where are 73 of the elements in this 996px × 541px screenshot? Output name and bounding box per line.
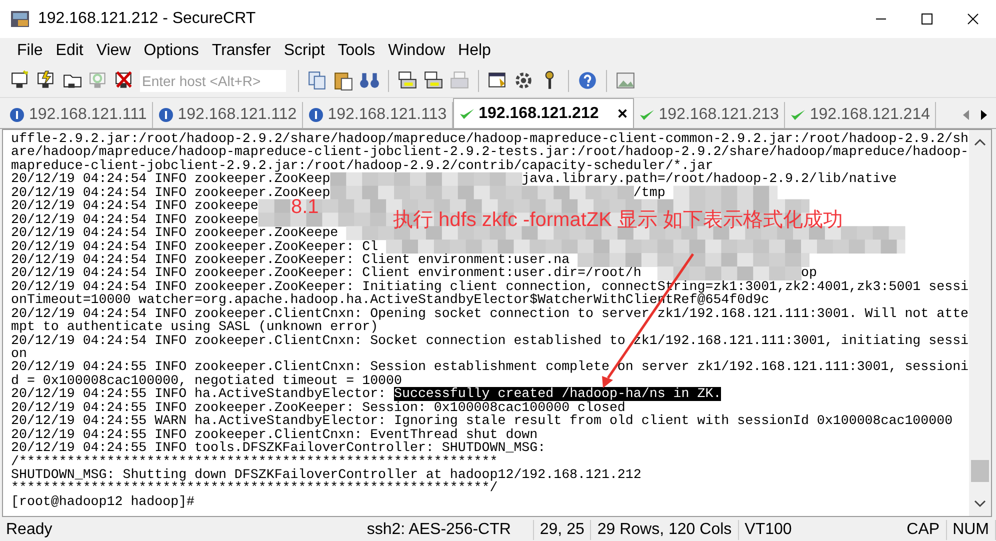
terminal-line: 20/12/19 04:24:55 WARN ha.ActiveStandbyElector: Ignoring stale result from old client with sessionId 0x100008cac100000 xyxy=(11,414,953,428)
printer-icon[interactable] xyxy=(397,70,418,91)
close-icon[interactable] xyxy=(616,108,628,119)
check-icon xyxy=(638,107,655,123)
info-icon xyxy=(308,107,324,123)
menu-item[interactable]: Window xyxy=(379,42,450,60)
terminal-line: ************************************************************/ xyxy=(11,481,498,495)
terminal-line: 20/12/19 04:24:54 INFO zookeepe xyxy=(11,199,258,213)
terminal-line: are/hadoop/mapreduce/hadoop-mapreduce-client-jobclient-2.9.2-tests.jar:/root/hadoop-2.9.2/share/hadoop/mapreduce/hadoop- xyxy=(11,145,969,159)
menu-item[interactable]: File xyxy=(8,42,47,60)
terminal-line: [root@hadoop12 hadoop]# xyxy=(11,494,195,508)
menu-item[interactable]: Script xyxy=(274,42,329,60)
host-field[interactable]: Enter host <Alt+R> xyxy=(140,70,286,92)
terminal-line: 20/12/19 04:24:54 INFO zookeeper.ZooKeeper: Client environment:user.dir=/root/h xyxy=(11,266,642,280)
status-text: ssh2: AES-256-CTR xyxy=(360,520,534,540)
scroll-right-icon[interactable] xyxy=(980,109,988,121)
terminal-line: 20/12/19 04:24:54 INFO zookeeper.ClientCnxn: Socket connection established to zk1/192.168.121.111:3001, initiating sessi xyxy=(11,334,969,347)
annotation-text: 执行 hdfs zkfc -formatZK 显示 如下表示格式化成功 xyxy=(393,208,844,233)
settings-icon[interactable] xyxy=(513,70,534,91)
scroll-up-icon[interactable] xyxy=(974,138,986,146)
selected-text: Successfully created /hadoop-ha/ns in ZK. xyxy=(394,387,722,401)
status-text: Ready xyxy=(5,520,54,540)
terminal-line: 20/12/19 04:24:54 INFO zookeeper.ZooKeepe xyxy=(11,226,338,240)
terminal-line: 20/12/19 04:24:54 INFO zookeepe xyxy=(11,212,258,226)
terminal-line: 20/12/19 04:24:54 INFO zookeeper.ClientCnxn: Opening socket connection to server zk1/192.168.121.111:3001. Will not atte xyxy=(11,306,969,320)
menu-item[interactable]: Help xyxy=(449,42,495,60)
terminal-line: mapreduce-client-jobclient-2.9.2.jar:/root/hadoop-2.9.2/contrib/capacity-scheduler/*.jar xyxy=(11,158,714,172)
terminal-line: java.library.path=/root/hadoop-2.9.2/lib/native xyxy=(522,172,897,186)
image-icon[interactable] xyxy=(615,70,636,91)
terminal-line: 20/12/19 04:24:54 INFO zookeeper.ZooKeep xyxy=(11,172,330,186)
terminal-line: d = 0x100008cac100000, negotiated timeout = 10000 xyxy=(11,374,402,388)
maximize-icon[interactable] xyxy=(921,13,933,25)
terminal-line: /tmp xyxy=(633,186,666,200)
copy-icon[interactable] xyxy=(307,70,328,91)
terminal-line: /************************************************************ xyxy=(11,454,498,468)
status-text: NUM xyxy=(946,520,996,540)
info-icon xyxy=(158,107,174,123)
check-icon xyxy=(790,107,806,123)
terminal-line: 20/12/19 04:24:55 INFO zookeeper.ZooKeeper: Session: 0x100008cac100000 closed xyxy=(11,400,626,414)
app-icon xyxy=(10,10,30,28)
menu-item[interactable]: Tools xyxy=(328,42,380,60)
terminal-line: 20/12/19 04:24:54 INFO zookeeper.ZooKeeper: Cl xyxy=(11,240,378,253)
terminal-line: mpt to authenticate using SASL (unknown error) xyxy=(11,320,378,334)
status-text: 29 Rows, 120 Cols xyxy=(591,520,739,540)
close-icon[interactable] xyxy=(967,13,979,25)
terminal-line: SHUTDOWN_MSG: Shutting down DFSZKFailoverController at hadoop12/192.168.121.212 xyxy=(11,468,642,482)
menu-item[interactable]: View xyxy=(87,42,135,60)
terminal-line: 20/12/19 04:24:55 INFO zookeeper.ClientCnxn: Session establishment complete on server zk1/192.168.121.111:3001, sessioni xyxy=(11,360,969,374)
session-tab[interactable]: 192.168.121.113 xyxy=(302,102,453,128)
scroll-down-icon[interactable] xyxy=(974,500,986,508)
scrollbar-thumb[interactable] xyxy=(971,460,989,482)
terminal-line: uffle-2.9.2.jar:/root/hadoop-2.9.2/share/hadoop/mapreduce/hadoop-mapreduce-client-common-2.9.2.jar:/root/hadoop-2.9.2/sh xyxy=(11,132,969,146)
paste-icon[interactable] xyxy=(333,70,354,91)
status-text: 29, 25 xyxy=(534,520,592,540)
terminal-line: 20/12/19 04:24:55 INFO ha.ActiveStandbyElector: xyxy=(11,387,386,401)
status-text: VT100 xyxy=(744,520,793,540)
terminal-line: 20/12/19 04:24:55 INFO zookeeper.ClientCnxn: EventThread shut down xyxy=(11,428,538,442)
help-icon[interactable] xyxy=(577,70,598,91)
connect-icon[interactable] xyxy=(10,70,31,91)
binoculars-icon[interactable] xyxy=(359,70,380,91)
menu-item[interactable]: Options xyxy=(134,42,203,60)
terminal-line: 20/12/19 04:24:54 INFO zookeeper.ZooKeeper: Client environment:user.na xyxy=(11,252,570,266)
terminal-line: op xyxy=(800,266,817,280)
session-tab[interactable]: 192.168.121.212 xyxy=(452,98,634,128)
window-title: 192.168.121.212 - SecureCRT xyxy=(38,10,257,28)
scroll-left-icon[interactable] xyxy=(962,109,970,121)
terminal-line: 20/12/19 04:24:55 INFO tools.DFSZKFailoverController: SHUTDOWN_MSG: xyxy=(11,441,546,454)
info-icon xyxy=(9,107,25,123)
terminal-line: on xyxy=(11,347,27,360)
menu-item[interactable]: Edit xyxy=(46,42,88,60)
menu-item[interactable]: Transfer xyxy=(202,42,275,60)
status-text: CAP xyxy=(900,520,947,540)
printer-icon[interactable] xyxy=(423,70,444,91)
